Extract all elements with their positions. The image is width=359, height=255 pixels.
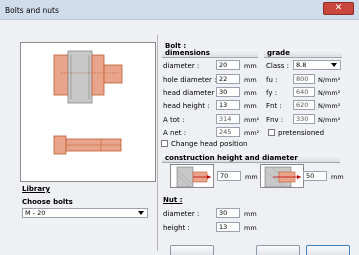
- choose-bolts-label: Choose bolts: [22, 198, 73, 206]
- a-tot-value: 314: [216, 114, 240, 124]
- library-heading: Library: [22, 185, 51, 193]
- construction-height-drawing: [176, 166, 211, 187]
- a-tot-label: A tot :: [163, 116, 185, 124]
- a-tot-unit: mm²: [244, 116, 260, 124]
- diameter-unit: mm: [244, 62, 257, 70]
- grade-header: grade: [264, 49, 342, 58]
- construction-header: construction height and diameter: [162, 154, 340, 163]
- bolt-top-view: [53, 135, 122, 155]
- fu-unit: N/mm²: [318, 76, 341, 84]
- fnv-label: Fnv :: [266, 116, 284, 124]
- fnt-label: Fnt :: [266, 102, 282, 110]
- a-net-unit: mm²: [244, 129, 260, 137]
- title-bar: Bolts and nuts ✕: [0, 0, 359, 20]
- fnt-unit: N/mm²: [318, 102, 341, 110]
- ok-button[interactable]: [306, 245, 350, 255]
- window-title: Bolts and nuts: [5, 6, 59, 15]
- head-height-label: head height :: [163, 102, 210, 110]
- nut-diameter-label: diameter :: [163, 210, 200, 218]
- hole-diameter-label: hole diameter :: [163, 76, 217, 84]
- construction-diameter-input[interactable]: 50: [303, 171, 327, 181]
- cancel-button[interactable]: [256, 245, 300, 255]
- nut-diameter-input[interactable]: 30: [216, 208, 240, 218]
- chevron-down-icon: [138, 211, 144, 215]
- diameter-label: diameter :: [163, 62, 200, 70]
- bolt-side-view: [53, 50, 123, 104]
- a-net-value: 245: [216, 127, 240, 137]
- bolt-preview-panel: [20, 42, 156, 182]
- construction-height-input[interactable]: 70: [217, 171, 241, 181]
- fnt-value: 620: [293, 100, 315, 110]
- head-diameter-label: head diameter :: [163, 89, 220, 97]
- hole-diameter-unit: mm: [244, 76, 257, 84]
- bolt-preview-drawing: [53, 50, 123, 155]
- close-icon: ✕: [334, 3, 343, 13]
- fnv-value: 330: [293, 114, 315, 124]
- head-height-input[interactable]: 13: [216, 100, 240, 110]
- head-height-unit: mm: [244, 102, 257, 110]
- pretensioned-label: pretensioned: [278, 129, 325, 137]
- help-button[interactable]: [170, 245, 214, 255]
- class-value: 8.8: [296, 61, 307, 69]
- nut-diameter-unit: mm: [244, 210, 257, 218]
- head-diameter-input[interactable]: 30: [216, 87, 240, 97]
- construction-diameter-drawing: [264, 166, 301, 187]
- construction-height-image: [170, 164, 214, 188]
- construction-height-unit: mm: [245, 173, 258, 181]
- fy-label: fy :: [266, 89, 278, 97]
- nut-height-label: height :: [163, 224, 190, 232]
- choose-bolts-select[interactable]: M - 20: [22, 208, 148, 218]
- hole-diameter-input[interactable]: 22: [216, 74, 240, 84]
- choose-bolts-value: M - 20: [25, 209, 46, 217]
- nut-height-unit: mm: [244, 224, 257, 232]
- diameter-input[interactable]: 20: [216, 60, 240, 70]
- class-select[interactable]: 8.8: [293, 60, 341, 70]
- head-diameter-unit: mm: [244, 89, 257, 97]
- construction-diameter-unit: mm: [331, 173, 344, 181]
- nut-height-input[interactable]: 13: [216, 222, 240, 232]
- fnv-unit: N/mm²: [318, 116, 341, 124]
- construction-diameter-image: [260, 164, 304, 188]
- fu-value: 800: [293, 74, 315, 84]
- close-button[interactable]: ✕: [323, 2, 354, 15]
- fy-unit: N/mm²: [318, 89, 341, 97]
- nut-heading: Nut :: [163, 196, 183, 204]
- a-net-label: A net :: [163, 129, 187, 137]
- change-head-checkbox[interactable]: [161, 140, 168, 147]
- chevron-down-icon: [331, 63, 337, 67]
- class-label: Class :: [266, 62, 289, 70]
- panel-divider: [157, 35, 158, 251]
- pretensioned-checkbox[interactable]: [268, 129, 275, 136]
- dimensions-header: dimensions: [162, 49, 258, 58]
- change-head-label: Change head position: [171, 140, 248, 148]
- fy-value: 640: [293, 87, 315, 97]
- fu-label: fu :: [266, 76, 278, 84]
